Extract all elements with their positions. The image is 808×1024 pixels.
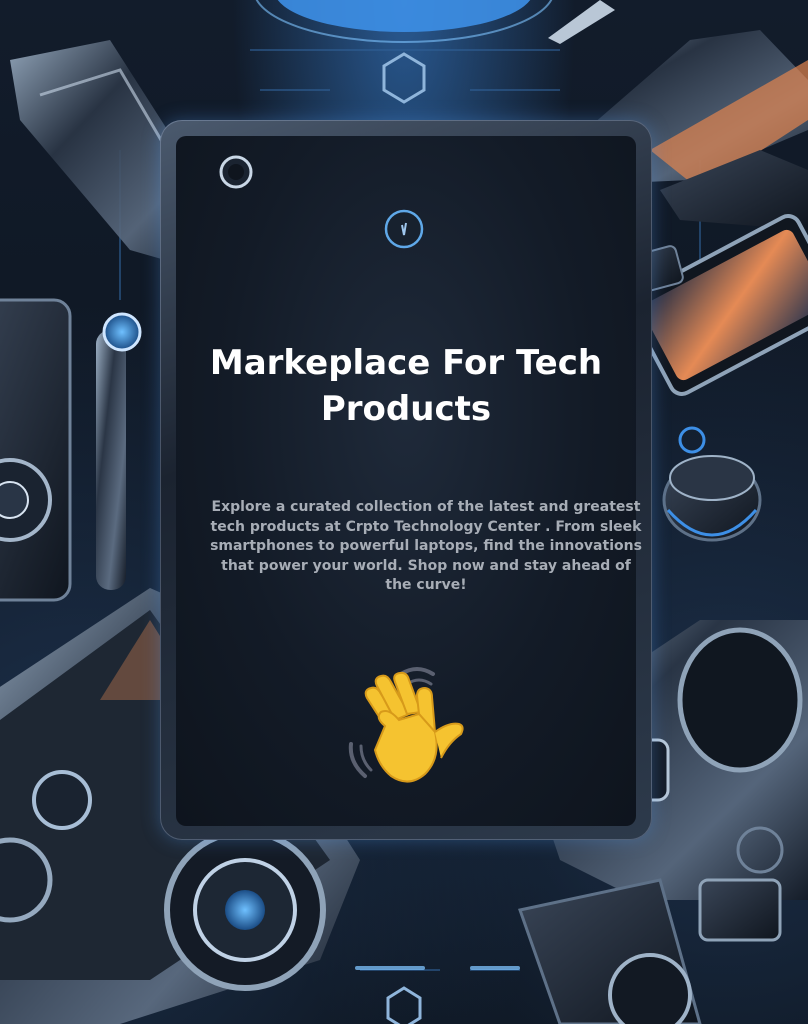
hero-title: Markeplace For Tech Products	[209, 343, 603, 429]
waving-hand-icon	[348, 667, 464, 783]
tablet-camera-icon	[219, 155, 253, 189]
tablet-sensor-icon	[384, 209, 424, 249]
hero-description: Explore a curated collection of the late…	[210, 499, 642, 593]
